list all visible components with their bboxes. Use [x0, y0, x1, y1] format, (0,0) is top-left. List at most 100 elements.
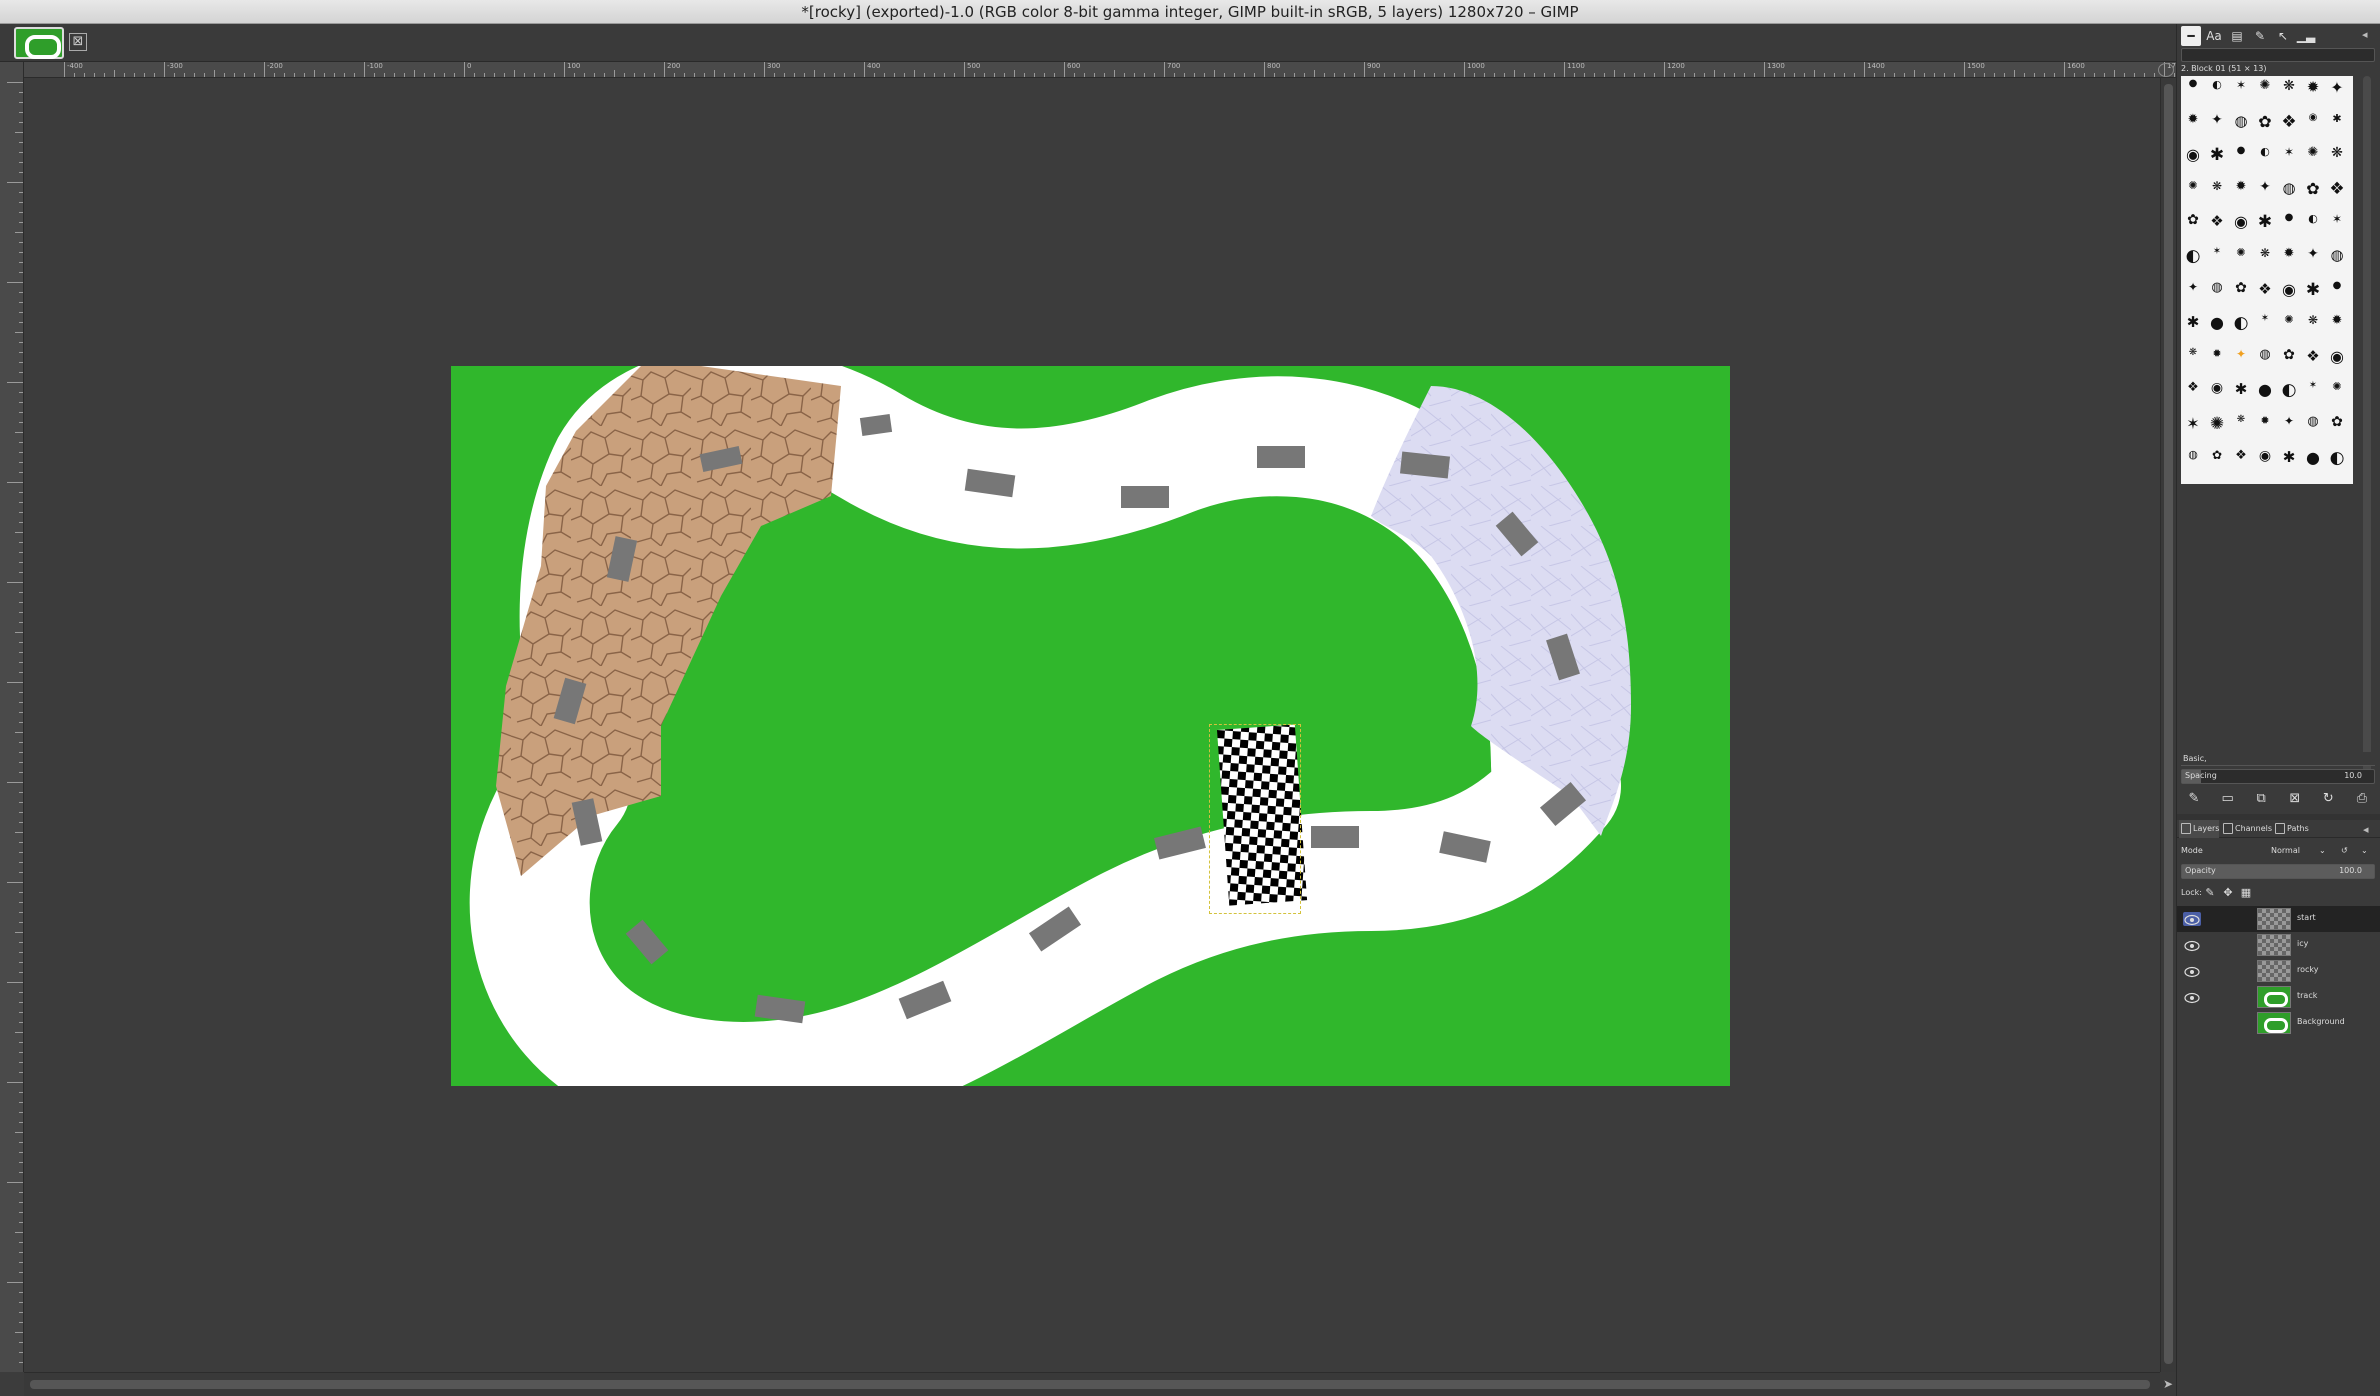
chevron-down-icon[interactable]: ⌄: [2319, 842, 2326, 860]
tab-channels[interactable]: Channels: [2221, 820, 2272, 838]
zoom-to-fit-icon[interactable]: [2158, 63, 2174, 77]
brush-item[interactable]: ◉: [2254, 448, 2276, 470]
brush-item[interactable]: ✹: [2230, 179, 2252, 201]
vertical-scrollbar[interactable]: [2160, 78, 2176, 1372]
brush-item[interactable]: ❖: [2326, 179, 2348, 201]
refresh-brushes-icon[interactable]: ↻: [2319, 790, 2337, 808]
brush-item[interactable]: ✹: [2206, 347, 2228, 369]
lock-position-icon[interactable]: ✥: [2221, 886, 2235, 900]
brush-item[interactable]: ❖: [2230, 448, 2252, 470]
eye-icon[interactable]: [2183, 938, 2201, 952]
delete-brush-icon[interactable]: ⊠: [2286, 790, 2304, 808]
chevron-down-icon[interactable]: ⌄: [2361, 842, 2368, 860]
brush-item[interactable]: ◍: [2326, 246, 2348, 268]
brush-item[interactable]: ✿: [2326, 414, 2348, 436]
brush-item[interactable]: ✦: [2230, 347, 2252, 369]
brush-spacing-slider[interactable]: Spacing 10.0: [2181, 769, 2375, 784]
brush-item[interactable]: ●: [2230, 145, 2252, 167]
vertical-ruler[interactable]: [0, 62, 24, 1372]
brush-item[interactable]: ❋: [2302, 313, 2324, 335]
eye-icon[interactable]: [2183, 964, 2201, 978]
brush-item[interactable]: ◉: [2206, 380, 2228, 402]
fonts-tab-icon[interactable]: Aa: [2204, 26, 2224, 46]
brush-item[interactable]: ✱: [2302, 280, 2324, 302]
document-tab-icon[interactable]: ▤: [2227, 26, 2247, 46]
brush-item[interactable]: ❖: [2182, 380, 2204, 402]
horizontal-ruler[interactable]: -400 -300 -200 -100 0 100 200 300 400 500 600 700 80…: [24, 62, 2176, 78]
brush-item[interactable]: ✱: [2278, 448, 2300, 470]
opacity-slider[interactable]: Opacity 100.0: [2181, 864, 2375, 879]
brush-item[interactable]: ✶: [2230, 78, 2252, 100]
brush-item[interactable]: ◉: [2182, 145, 2204, 167]
brush-item[interactable]: ✹: [2278, 246, 2300, 268]
brush-item[interactable]: ✦: [2254, 179, 2276, 201]
layers-menu-icon[interactable]: ◂: [2363, 823, 2377, 836]
histogram-tab-icon[interactable]: ▁▃: [2296, 26, 2316, 46]
brush-item[interactable]: ●: [2254, 380, 2276, 402]
navigate-icon[interactable]: ➤: [2160, 1372, 2176, 1396]
brush-item[interactable]: ✿: [2182, 212, 2204, 234]
eye-icon[interactable]: [2183, 912, 2201, 926]
brush-item[interactable]: ❖: [2302, 347, 2324, 369]
brush-item[interactable]: ✶: [2182, 414, 2204, 436]
horizontal-scrollbar[interactable]: [24, 1372, 2160, 1396]
brush-item[interactable]: ✿: [2302, 179, 2324, 201]
brush-item[interactable]: ◉: [2230, 212, 2252, 234]
brush-item[interactable]: ✶: [2254, 313, 2276, 335]
brush-item[interactable]: ❋: [2254, 246, 2276, 268]
brush-item[interactable]: ❋: [2326, 145, 2348, 167]
brush-item[interactable]: ◍: [2302, 414, 2324, 436]
mode-select[interactable]: Normal: [2271, 842, 2300, 860]
brush-item[interactable]: ◐: [2278, 380, 2300, 402]
lock-pixels-icon[interactable]: ✎: [2203, 886, 2217, 900]
brush-item[interactable]: ✱: [2254, 212, 2276, 234]
pointer-tab-icon[interactable]: ↖: [2273, 26, 2293, 46]
reset-mode-icon[interactable]: ↺: [2341, 842, 2348, 860]
brush-item[interactable]: ●: [2278, 212, 2300, 234]
dock-menu-icon[interactable]: ◂: [2362, 28, 2376, 41]
brush-item[interactable]: ◐: [2326, 448, 2348, 470]
brush-item[interactable]: ✺: [2206, 414, 2228, 436]
horizontal-scroll-thumb[interactable]: [30, 1380, 2150, 1389]
brush-item[interactable]: ❋: [2278, 78, 2300, 100]
eye-icon[interactable]: [2183, 990, 2201, 1004]
brush-item[interactable]: ✿: [2254, 112, 2276, 134]
brush-filter-field[interactable]: [2181, 48, 2375, 62]
brush-item[interactable]: ✺: [2230, 246, 2252, 268]
layer-row-start[interactable]: start: [2177, 906, 2380, 932]
brush-item[interactable]: ◉: [2302, 112, 2324, 134]
brush-item[interactable]: ◐: [2230, 313, 2252, 335]
new-brush-icon[interactable]: ▭: [2219, 790, 2237, 808]
close-tab-icon[interactable]: ⊠: [69, 33, 87, 51]
layer-row-rocky[interactable]: rocky: [2177, 958, 2380, 984]
brush-item[interactable]: ✿: [2206, 448, 2228, 470]
duplicate-brush-icon[interactable]: ⧉: [2252, 790, 2270, 808]
paintbrush-tab-icon[interactable]: ✎: [2250, 26, 2270, 46]
brush-grid[interactable]: ● ◐ ✶ ✺ ❋ ✹ ✦ ✹ ✦ ◍ ✿ ❖ ◉ ✱ ◉ ✱ ● ◐ ✶ ✺ ❋ ✺ ❋ ✹ ✦ ◍ ✿ ❖ ✿ ❖ ◉ ✱ ● ◐ ✶ ◐ ✶ ✺ ❋ ✹…: [2181, 76, 2353, 484]
brush-item[interactable]: ✦: [2278, 414, 2300, 436]
brush-item[interactable]: ✶: [2302, 380, 2324, 402]
brush-item[interactable]: ✹: [2326, 313, 2348, 335]
brush-item[interactable]: ❖: [2206, 212, 2228, 234]
layer-row-icy[interactable]: icy: [2177, 932, 2380, 958]
edit-brush-icon[interactable]: ✎: [2185, 790, 2203, 808]
brush-item[interactable]: ✹: [2254, 414, 2276, 436]
brush-item[interactable]: ◍: [2278, 179, 2300, 201]
brush-item[interactable]: ◐: [2206, 78, 2228, 100]
brush-item[interactable]: ✦: [2302, 246, 2324, 268]
brush-item[interactable]: ◍: [2206, 280, 2228, 302]
brush-item[interactable]: ✺: [2182, 179, 2204, 201]
brush-item[interactable]: ◐: [2254, 145, 2276, 167]
brush-item[interactable]: ✱: [2326, 112, 2348, 134]
image-canvas[interactable]: [451, 366, 1730, 1086]
brush-item[interactable]: ✹: [2302, 78, 2324, 100]
brush-item[interactable]: ◐: [2302, 212, 2324, 234]
brush-item[interactable]: ✺: [2302, 145, 2324, 167]
brush-item[interactable]: ❖: [2254, 280, 2276, 302]
brush-item[interactable]: ✦: [2326, 78, 2348, 100]
brush-item[interactable]: ✦: [2206, 112, 2228, 134]
brush-item[interactable]: ◍: [2182, 448, 2204, 470]
brush-item[interactable]: ✺: [2278, 313, 2300, 335]
open-as-image-icon[interactable]: ⎙: [2353, 790, 2371, 808]
brush-item[interactable]: ✿: [2278, 347, 2300, 369]
